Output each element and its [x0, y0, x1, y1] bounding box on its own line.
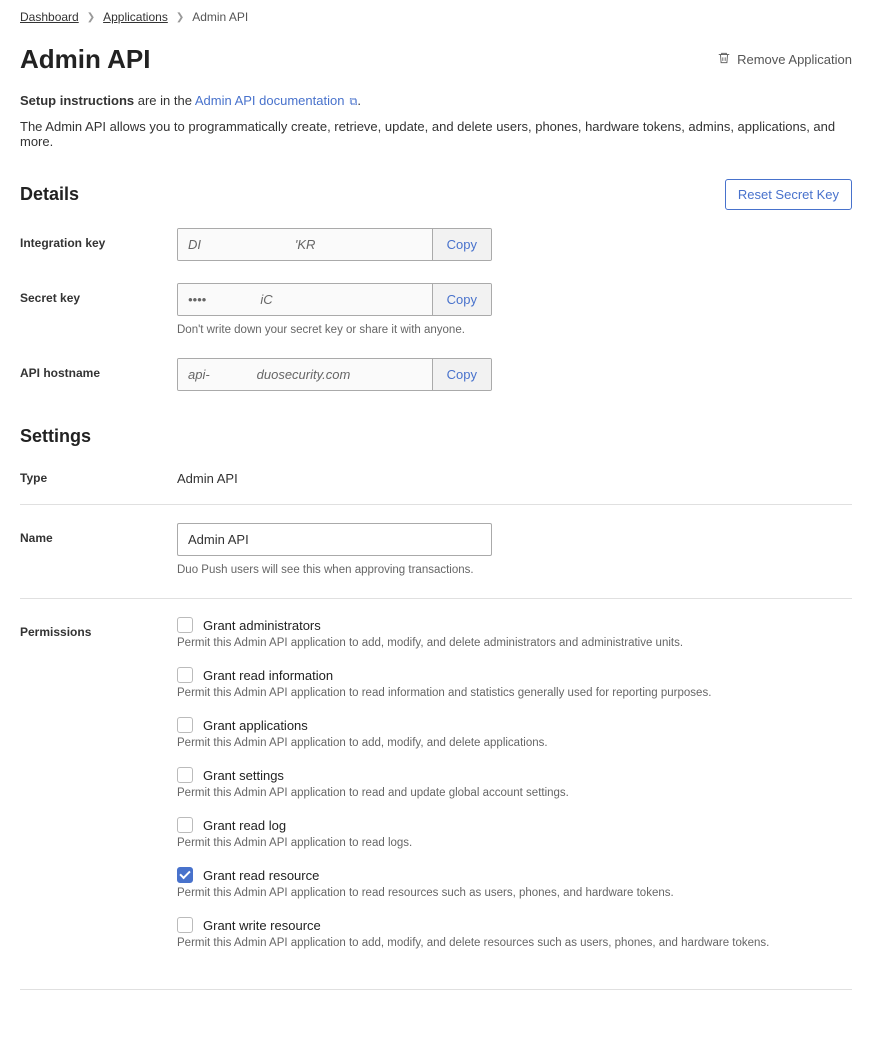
permission-checkbox[interactable]	[177, 717, 193, 733]
permission-description: Permit this Admin API application to rea…	[177, 687, 852, 699]
permission-description: Permit this Admin API application to add…	[177, 637, 852, 649]
breadcrumb-dashboard[interactable]: Dashboard	[20, 10, 79, 24]
permission-checkbox[interactable]	[177, 617, 193, 633]
copy-api-hostname-button[interactable]: Copy	[432, 359, 491, 390]
permission-description: Permit this Admin API application to rea…	[177, 837, 852, 849]
permission-title: Grant applications	[203, 718, 308, 733]
reset-secret-key-button[interactable]: Reset Secret Key	[725, 179, 852, 210]
copy-integration-key-button[interactable]: Copy	[432, 229, 491, 260]
setup-instructions-rest: are in the	[134, 93, 195, 108]
permission-description: Permit this Admin API application to rea…	[177, 787, 852, 799]
permission-item: Grant read resource Permit this Admin API…	[177, 867, 852, 899]
permission-description: Permit this Admin API application to add…	[177, 937, 852, 949]
permission-checkbox[interactable]	[177, 667, 193, 683]
permission-checkbox[interactable]	[177, 817, 193, 833]
settings-heading: Settings	[20, 426, 852, 447]
admin-api-doc-link[interactable]: Admin API documentation ⧉	[195, 93, 358, 108]
name-label: Name	[20, 523, 177, 545]
type-label: Type	[20, 469, 177, 485]
permission-checkbox[interactable]	[177, 917, 193, 933]
permission-description: Permit this Admin API application to add…	[177, 737, 852, 749]
type-value: Admin API	[177, 469, 238, 486]
permission-checkbox[interactable]	[177, 767, 193, 783]
permissions-list: Grant administrators Permit this Admin AP…	[177, 617, 852, 967]
permissions-label: Permissions	[20, 617, 177, 639]
permission-title: Grant write resource	[203, 918, 321, 933]
permission-item: Grant read log Permit this Admin API appl…	[177, 817, 852, 849]
setup-period: .	[357, 93, 361, 108]
chevron-right-icon: ❯	[87, 12, 95, 23]
setup-instructions-bold: Setup instructions	[20, 93, 134, 108]
permission-title: Grant settings	[203, 768, 284, 783]
name-input[interactable]	[177, 523, 492, 556]
breadcrumb-current: Admin API	[192, 10, 248, 24]
permission-title: Grant read log	[203, 818, 286, 833]
remove-application-label: Remove Application	[737, 52, 852, 67]
setup-instructions-line: Setup instructions are in the Admin API …	[20, 93, 852, 109]
permission-item: Grant read information Permit this Admin …	[177, 667, 852, 699]
permission-item: Grant applications Permit this Admin API …	[177, 717, 852, 749]
divider	[20, 598, 852, 599]
external-link-icon: ⧉	[346, 96, 357, 108]
divider	[20, 989, 852, 990]
api-description: The Admin API allows you to programmatic…	[20, 119, 852, 149]
permission-description: Permit this Admin API application to rea…	[177, 887, 852, 899]
name-hint: Duo Push users will see this when approv…	[177, 564, 852, 576]
copy-secret-key-button[interactable]: Copy	[432, 284, 491, 315]
secret-key-input[interactable]	[178, 284, 432, 315]
details-heading: Details	[20, 184, 79, 205]
permission-title: Grant read information	[203, 668, 333, 683]
permission-item: Grant settings Permit this Admin API appl…	[177, 767, 852, 799]
permission-checkbox[interactable]	[177, 867, 193, 883]
trash-icon	[717, 51, 731, 68]
chevron-right-icon: ❯	[176, 12, 184, 23]
integration-key-input[interactable]	[178, 229, 432, 260]
remove-application-button[interactable]: Remove Application	[717, 51, 852, 68]
permission-item: Grant administrators Permit this Admin AP…	[177, 617, 852, 649]
permission-title: Grant administrators	[203, 618, 321, 633]
breadcrumb-applications[interactable]: Applications	[103, 10, 168, 24]
breadcrumb: Dashboard ❯ Applications ❯ Admin API	[20, 10, 852, 24]
secret-key-hint: Don't write down your secret key or shar…	[177, 324, 852, 336]
secret-key-label: Secret key	[20, 283, 177, 305]
integration-key-label: Integration key	[20, 228, 177, 250]
api-hostname-label: API hostname	[20, 358, 177, 380]
divider	[20, 504, 852, 505]
permission-item: Grant write resource Permit this Admin AP…	[177, 917, 852, 949]
page-title: Admin API	[20, 44, 150, 75]
permission-title: Grant read resource	[203, 868, 319, 883]
api-hostname-input[interactable]	[178, 359, 432, 390]
